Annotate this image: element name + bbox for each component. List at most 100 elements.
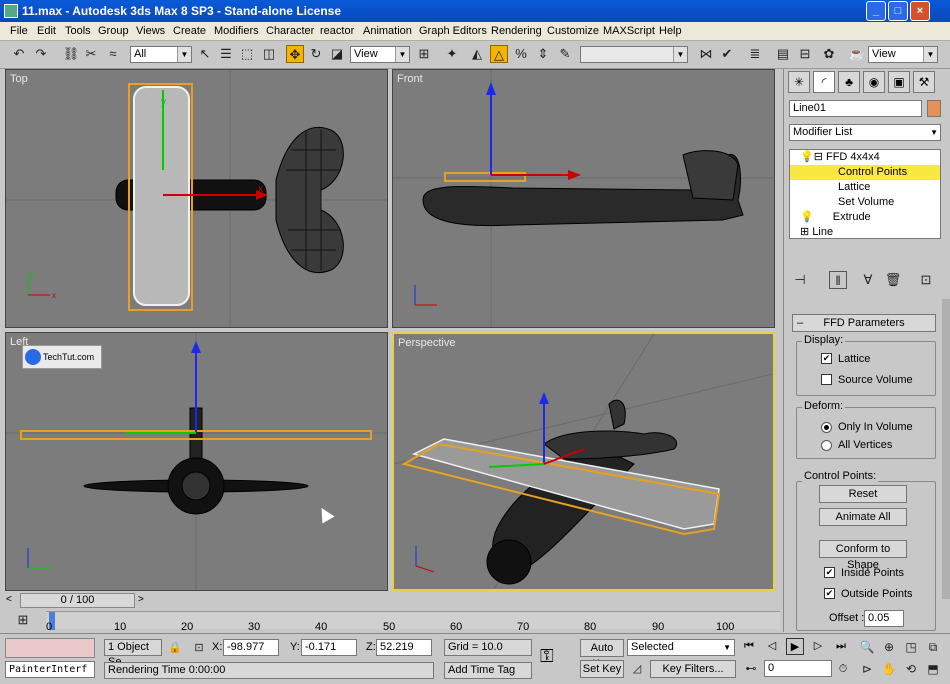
all-vertices-radio[interactable]	[821, 440, 832, 451]
viewport-front[interactable]: Front	[392, 69, 775, 328]
stack-item-line[interactable]: ⊞ Line	[796, 225, 946, 240]
ffd-parameters-rollout[interactable]: – FFD Parameters	[792, 314, 936, 332]
named-selection-dropdown[interactable]: ▼	[580, 46, 688, 63]
time-slider[interactable]: < 0 / 100 >	[0, 592, 783, 609]
modify-tab-icon[interactable]: ◜	[813, 71, 835, 93]
maximize-viewport-icon[interactable]: ⬒	[924, 660, 942, 678]
object-color-swatch[interactable]	[927, 100, 941, 117]
rectangular-selection-icon[interactable]: ⬚	[238, 45, 256, 63]
inside-points-checkbox[interactable]: ✔	[824, 567, 835, 578]
modifier-stack[interactable]: 💡⊟ FFD 4x4x4 Control Points Lattice Set …	[789, 149, 941, 239]
menu-maxscript[interactable]: MAXScript	[603, 25, 655, 37]
bind-space-warp-icon[interactable]: ≈	[104, 45, 122, 63]
auto-key-button[interactable]: Auto Key	[580, 639, 624, 670]
lock-selection-icon[interactable]: 🔒	[166, 639, 184, 657]
key-filters-button[interactable]: Key Filters...	[650, 660, 736, 678]
current-frame-field[interactable]: 0	[764, 660, 832, 677]
maxscript-listener-top[interactable]	[5, 638, 95, 658]
menu-animation[interactable]: Animation	[363, 25, 412, 37]
menu-customize[interactable]: Customize	[547, 25, 599, 37]
play-icon[interactable]: ▶	[786, 638, 804, 655]
stack-item-extrude[interactable]: 💡 Extrude	[796, 210, 946, 225]
menu-create[interactable]: Create	[173, 25, 206, 37]
zoom-all-icon[interactable]: ⊕	[880, 638, 898, 656]
close-button[interactable]: ×	[910, 1, 930, 21]
select-and-rotate-icon[interactable]: ↻	[307, 45, 325, 63]
snaps-toggle-icon[interactable]: ◭	[468, 45, 486, 63]
undo-icon[interactable]: ↶	[10, 45, 28, 63]
selection-filter-dropdown[interactable]: All ▼	[130, 46, 192, 63]
show-end-result-icon[interactable]: ‖	[829, 271, 847, 289]
conform-to-shape-button[interactable]: Conform to Shape	[819, 540, 907, 571]
maximize-button[interactable]: □	[888, 1, 908, 21]
menu-file[interactable]: File	[10, 25, 28, 37]
object-name-field[interactable]: Line01	[789, 100, 922, 117]
material-editor-icon[interactable]: ✿	[820, 45, 838, 63]
zoom-extents-icon[interactable]: ◳	[902, 638, 920, 656]
pin-stack-icon[interactable]: ⊣	[791, 271, 809, 289]
time-slider-next-icon[interactable]: >	[138, 594, 144, 605]
menu-tools[interactable]: Tools	[65, 25, 91, 37]
render-type-dropdown[interactable]: View ▼	[868, 46, 938, 63]
arc-rotate-icon[interactable]: ⟲	[902, 660, 920, 678]
zoom-icon[interactable]: 🔍	[858, 638, 876, 656]
menu-help[interactable]: Help	[659, 25, 682, 37]
render-scene-icon[interactable]: ☕	[848, 45, 866, 63]
configure-modifier-sets-icon[interactable]: ⊡	[917, 271, 935, 289]
make-unique-icon[interactable]: ∀	[859, 271, 877, 289]
only-in-volume-radio[interactable]	[821, 422, 832, 433]
set-key-button[interactable]: Set Key	[580, 660, 624, 678]
menu-character[interactable]: Character	[266, 25, 314, 37]
hierarchy-tab-icon[interactable]: ♣	[838, 71, 860, 93]
menu-modifiers[interactable]: Modifiers	[214, 25, 259, 37]
viewport-label-front[interactable]: Front	[397, 73, 423, 85]
select-object-icon[interactable]: ↖	[196, 45, 214, 63]
utilities-tab-icon[interactable]: ⚒	[913, 71, 935, 93]
menu-graph-editors[interactable]: Graph Editors	[419, 25, 487, 37]
curve-editor-icon[interactable]: ▤	[774, 45, 792, 63]
command-panel-scrollbar[interactable]	[942, 299, 950, 599]
create-tab-icon[interactable]: ✳	[788, 71, 810, 93]
go-to-start-icon[interactable]: ⏮	[740, 638, 758, 655]
layer-manager-icon[interactable]: ≣	[746, 45, 764, 63]
reference-coordinate-dropdown[interactable]: View ▼	[350, 46, 410, 63]
align-icon[interactable]: ✔	[718, 45, 736, 63]
animate-all-button[interactable]: Animate All	[819, 508, 907, 526]
percent-snap-icon[interactable]: %	[512, 45, 530, 63]
viewport-label-top[interactable]: Top	[10, 73, 28, 85]
mini-curve-editor-icon[interactable]: ⊞	[14, 611, 32, 629]
viewport-left[interactable]: Left TechTut.com	[5, 332, 388, 591]
edit-named-selection-icon[interactable]: ✎	[556, 45, 574, 63]
menu-views[interactable]: Views	[136, 25, 165, 37]
select-by-name-icon[interactable]: ☰	[217, 45, 235, 63]
outside-points-checkbox[interactable]: ✔	[824, 588, 835, 599]
display-tab-icon[interactable]: ▣	[888, 71, 910, 93]
z-coordinate-field[interactable]: 52.219	[376, 639, 432, 656]
menu-rendering[interactable]: Rendering	[491, 25, 542, 37]
time-configuration-icon[interactable]: ⏱	[834, 660, 852, 678]
x-coordinate-field[interactable]: -98.977	[223, 639, 279, 656]
menu-edit[interactable]: Edit	[37, 25, 56, 37]
spinner-snap-icon[interactable]: ⇕	[534, 45, 552, 63]
schematic-view-icon[interactable]: ⊟	[796, 45, 814, 63]
window-crossing-icon[interactable]: ◫	[260, 45, 278, 63]
time-slider-prev-icon[interactable]: <	[6, 594, 12, 605]
add-time-tag-button[interactable]: Add Time Tag	[444, 662, 532, 679]
pivot-center-icon[interactable]: ⊞	[415, 45, 433, 63]
select-and-scale-icon[interactable]: ◪	[328, 45, 346, 63]
next-frame-icon[interactable]: ▷	[809, 638, 827, 655]
track-bar-ruler[interactable]: 0 10 20 30 40 50 60 70 80 90 100	[46, 611, 780, 633]
viewport-perspective[interactable]: Perspective	[392, 332, 775, 591]
field-of-view-icon[interactable]: ⊳	[858, 660, 876, 678]
redo-icon[interactable]: ↷	[32, 45, 50, 63]
track-bar[interactable]: ⊞ 0 10 20 30 40 50 60 70 80 90 100	[0, 609, 783, 633]
reset-button[interactable]: Reset	[819, 485, 907, 503]
source-volume-checkbox[interactable]	[821, 374, 832, 385]
modifier-list-dropdown[interactable]: Modifier List ▼	[789, 124, 941, 141]
mirror-icon[interactable]: ⋈	[697, 45, 715, 63]
menu-reactor[interactable]: reactor	[320, 25, 354, 37]
set-key-mode-icon[interactable]: ⚿	[540, 646, 554, 667]
viewport-label-perspective[interactable]: Perspective	[398, 337, 455, 349]
default-tangents-icon[interactable]: ◿	[628, 660, 646, 678]
manipulate-icon[interactable]: ✦	[443, 45, 461, 63]
